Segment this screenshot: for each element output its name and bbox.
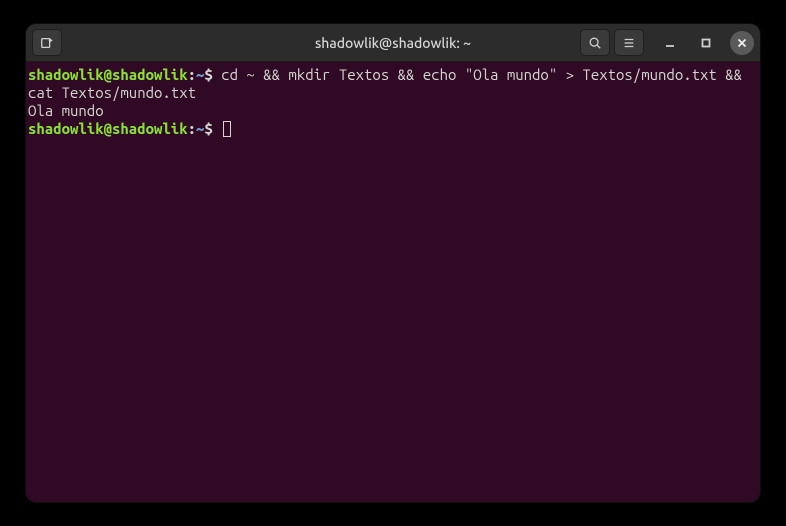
close-icon (737, 38, 747, 48)
new-tab-button[interactable] (32, 29, 62, 56)
search-icon (588, 36, 602, 50)
titlebar-right-group (580, 29, 754, 56)
minimize-icon (665, 38, 675, 48)
hamburger-menu-icon (622, 36, 636, 50)
terminal-window: shadowlik@shadowlik: ~ (26, 24, 760, 502)
prompt-user-host: shadowlik@shadowlik (28, 66, 188, 83)
close-button[interactable] (730, 31, 754, 55)
prompt-line-1: shadowlik@shadowlik:~$ cd ~ && mkdir Tex… (28, 66, 758, 102)
menu-button[interactable] (614, 29, 644, 56)
prompt-user-host: shadowlik@shadowlik (28, 120, 188, 137)
prompt-dollar: $ (204, 120, 212, 137)
titlebar: shadowlik@shadowlik: ~ (26, 24, 760, 62)
prompt-dollar: $ (204, 66, 212, 83)
minimize-button[interactable] (658, 31, 682, 55)
search-button[interactable] (580, 29, 610, 56)
prompt-colon: : (188, 66, 196, 83)
terminal-body[interactable]: shadowlik@shadowlik:~$ cd ~ && mkdir Tex… (26, 62, 760, 502)
window-title: shadowlik@shadowlik: ~ (315, 35, 471, 51)
maximize-button[interactable] (694, 31, 718, 55)
prompt-line-2: shadowlik@shadowlik:~$ (28, 120, 758, 138)
prompt-colon: : (188, 120, 196, 137)
output-line: Ola mundo (28, 102, 758, 120)
maximize-icon (701, 38, 711, 48)
window-controls (658, 29, 754, 56)
terminal-cursor (223, 121, 231, 137)
new-tab-icon (40, 36, 54, 50)
command-text (213, 120, 221, 137)
titlebar-left-group (32, 29, 62, 56)
